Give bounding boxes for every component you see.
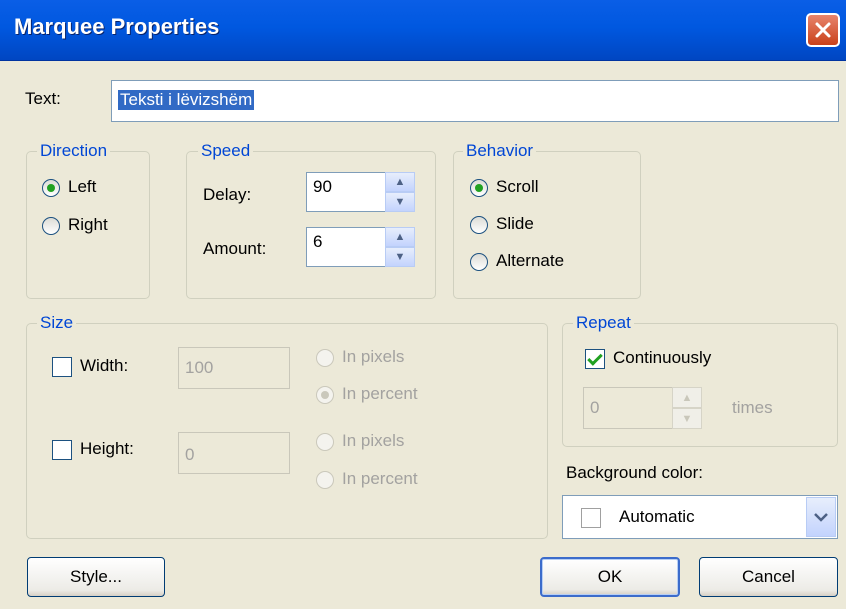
cancel-button[interactable]: Cancel (699, 557, 838, 597)
repeat-legend: Repeat (573, 313, 634, 333)
spin-up-icon[interactable]: ▲ (385, 172, 415, 192)
color-swatch (581, 508, 601, 528)
close-icon (815, 22, 831, 38)
behavior-slide-label[interactable]: Slide (496, 214, 534, 234)
height-percent-radio[interactable] (316, 471, 334, 489)
delay-label: Delay: (203, 185, 252, 204)
chevron-down-icon[interactable] (806, 497, 836, 537)
direction-right-label[interactable]: Right (68, 215, 108, 235)
amount-label: Amount: (203, 239, 267, 258)
size-legend: Size (37, 313, 77, 333)
continuously-label[interactable]: Continuously (613, 348, 711, 368)
height-pixels-radio[interactable] (316, 433, 334, 451)
height-input[interactable]: 0 (178, 432, 290, 474)
window-title: Marquee Properties (14, 14, 220, 39)
direction-legend: Direction (37, 141, 111, 161)
spin-down-icon[interactable]: ▼ (672, 408, 702, 429)
background-color-select[interactable]: Automatic (562, 495, 838, 539)
height-percent-label[interactable]: In percent (342, 469, 418, 489)
direction-left-label[interactable]: Left (68, 177, 96, 197)
width-input[interactable]: 100 (178, 347, 290, 389)
spin-down-icon[interactable]: ▼ (385, 247, 415, 267)
delay-input[interactable]: 90 (306, 172, 386, 212)
text-input-value: Teksti i lëvizshëm (118, 90, 255, 110)
spin-down-icon[interactable]: ▼ (385, 192, 415, 212)
height-label[interactable]: Height: (80, 439, 134, 459)
behavior-slide-radio[interactable] (470, 216, 488, 234)
behavior-legend: Behavior (463, 141, 537, 161)
behavior-scroll-label[interactable]: Scroll (496, 177, 539, 197)
text-input[interactable]: Teksti i lëvizshëm (111, 80, 839, 122)
width-label[interactable]: Width: (80, 356, 128, 376)
text-label: Text: (25, 89, 61, 108)
delay-spinner[interactable]: ▲ ▼ (385, 172, 415, 212)
repeat-times-input[interactable]: 0 (583, 387, 673, 429)
width-checkbox[interactable] (52, 357, 72, 377)
style-button[interactable]: Style... (27, 557, 165, 597)
direction-right-radio[interactable] (42, 217, 60, 235)
spin-up-icon[interactable]: ▲ (385, 227, 415, 247)
repeat-times-spinner[interactable]: ▲ ▼ (672, 387, 702, 429)
continuously-checkbox[interactable] (585, 349, 605, 369)
spin-up-icon[interactable]: ▲ (672, 387, 702, 408)
amount-input[interactable]: 6 (306, 227, 386, 267)
width-percent-label[interactable]: In percent (342, 384, 418, 404)
behavior-scroll-radio[interactable] (470, 179, 488, 197)
behavior-alternate-radio[interactable] (470, 253, 488, 271)
width-percent-radio[interactable] (316, 386, 334, 404)
amount-spinner[interactable]: ▲ ▼ (385, 227, 415, 267)
ok-button[interactable]: OK (540, 557, 680, 597)
height-checkbox[interactable] (52, 440, 72, 460)
background-color-label: Background color: (566, 463, 704, 482)
height-pixels-label[interactable]: In pixels (342, 431, 404, 451)
repeat-times-label: times (732, 398, 773, 417)
title-bar[interactable]: Marquee Properties (0, 0, 846, 61)
behavior-alternate-label[interactable]: Alternate (496, 251, 564, 271)
background-color-value: Automatic (619, 507, 695, 526)
speed-legend: Speed (198, 141, 254, 161)
close-button[interactable] (806, 13, 840, 47)
width-pixels-radio[interactable] (316, 349, 334, 367)
width-pixels-label[interactable]: In pixels (342, 347, 404, 367)
direction-left-radio[interactable] (42, 179, 60, 197)
